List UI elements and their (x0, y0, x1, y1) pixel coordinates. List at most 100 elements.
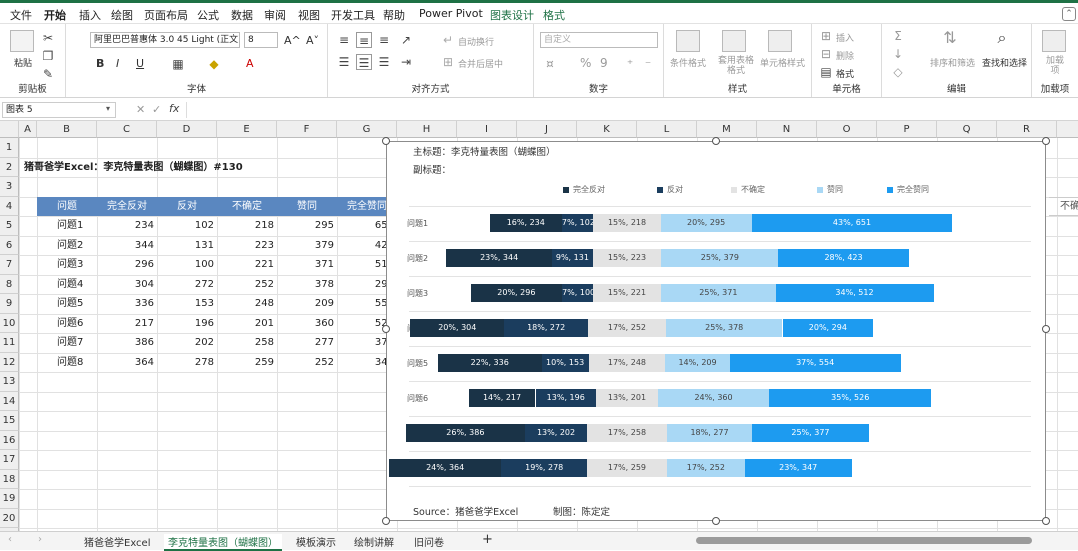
bar-segment[interactable]: 35%, 526 (769, 389, 932, 407)
table-cell[interactable]: 196 (157, 314, 217, 334)
row-header[interactable]: 4 (0, 196, 19, 216)
table-header-cell[interactable]: 不确定 (217, 196, 277, 216)
table-header-cell[interactable]: 问题 (37, 196, 97, 216)
align-top-icon[interactable]: ≡ (336, 32, 352, 48)
bar-segment[interactable]: 20%, 296 (470, 284, 562, 302)
italic-button[interactable]: I (116, 57, 119, 70)
table-cell[interactable]: 252 (217, 275, 277, 295)
table-cell[interactable]: 295 (277, 216, 337, 236)
table-cell[interactable]: 379 (277, 236, 337, 256)
sort-filter-button[interactable]: 排序和筛选 (930, 56, 975, 69)
decrease-decimal-icon[interactable]: ⁻ (640, 56, 656, 72)
tab-format[interactable]: 格式 (543, 7, 565, 23)
align-bottom-icon[interactable]: ≡ (376, 32, 392, 48)
bar-segment[interactable]: 22%, 336 (437, 354, 542, 372)
bar-segment[interactable]: 25%, 377 (752, 424, 869, 442)
align-left-icon[interactable]: ☰ (336, 54, 352, 70)
name-box-dropdown-icon[interactable]: ▾ (106, 104, 110, 113)
chart-resize-handle-b[interactable] (712, 517, 720, 525)
column-header[interactable]: J (517, 121, 577, 138)
number-format-select[interactable]: 自定义 (540, 32, 658, 48)
table-cell[interactable]: 277 (277, 333, 337, 353)
font-size-select[interactable]: 8 (244, 32, 278, 48)
table-cell[interactable]: 296 (97, 255, 157, 275)
table-cell[interactable]: 344 (97, 236, 157, 256)
addins-icon[interactable] (1042, 30, 1066, 52)
row-header[interactable]: 6 (0, 235, 19, 255)
bar-segment[interactable]: 15%, 221 (592, 284, 662, 302)
chart-resize-handle-l[interactable] (382, 325, 390, 333)
row-header[interactable]: 5 (0, 216, 19, 236)
table-cell[interactable]: 386 (97, 333, 157, 353)
bar-segment[interactable]: 20%, 304 (410, 319, 505, 337)
row-header[interactable]: 9 (0, 294, 19, 314)
row-header[interactable]: 17 (0, 450, 19, 470)
border-icon[interactable]: ▦ (170, 56, 186, 72)
bar-segment[interactable]: 24%, 364 (389, 459, 502, 477)
bar-segment[interactable]: 9%, 131 (552, 249, 593, 267)
table-cell[interactable]: 221 (217, 255, 277, 275)
bar-segment[interactable]: 17%, 259 (587, 459, 667, 477)
row-header[interactable]: 8 (0, 274, 19, 294)
bar-segment[interactable]: 23%, 344 (446, 249, 553, 267)
column-header[interactable]: K (577, 121, 637, 138)
chart-resize-handle-tl[interactable] (382, 137, 390, 145)
name-box[interactable]: 图表 5 (2, 102, 116, 118)
column-header[interactable]: L (637, 121, 697, 138)
sheet-tab-home[interactable]: 猪爸爸学Excel (84, 534, 151, 549)
insert-cells-icon[interactable]: ⊞ (818, 28, 834, 44)
sheet-tab-template[interactable]: 模板演示 (296, 534, 336, 549)
fill-icon[interactable]: ↓ (890, 46, 906, 62)
column-header[interactable]: A (19, 121, 37, 138)
tab-formulas[interactable]: 公式 (197, 7, 219, 23)
bar-segment[interactable]: 17%, 252 (588, 319, 666, 337)
table-cell[interactable]: 234 (97, 216, 157, 236)
horizontal-scrollbar[interactable] (696, 537, 1032, 544)
tab-review[interactable]: 审阅 (264, 7, 286, 23)
bar-segment[interactable]: 25%, 379 (661, 249, 779, 267)
row-header[interactable]: 2 (0, 157, 19, 177)
chart-resize-handle-t[interactable] (712, 137, 720, 145)
align-center-icon[interactable]: ☰ (356, 54, 372, 70)
column-header[interactable]: H (397, 121, 457, 138)
select-all-corner[interactable] (0, 121, 19, 138)
row-header[interactable]: 7 (0, 255, 19, 275)
row-header[interactable]: 10 (0, 313, 19, 333)
comma-button[interactable]: 9 (600, 56, 608, 70)
table-cell[interactable]: 272 (157, 275, 217, 295)
table-cell[interactable]: 217 (97, 314, 157, 334)
bar-segment[interactable]: 25%, 371 (661, 284, 776, 302)
row-header[interactable]: 3 (0, 177, 19, 197)
table-cell[interactable]: 问题7 (37, 333, 97, 353)
insert-cells-button[interactable]: 插入 (836, 31, 854, 44)
table-cell[interactable]: 问题6 (37, 314, 97, 334)
table-cell[interactable]: 248 (217, 294, 277, 314)
bar-segment[interactable]: 15%, 218 (593, 214, 661, 232)
format-cells-button[interactable]: 格式 (836, 67, 854, 80)
wrap-text-button[interactable]: 自动换行 (458, 35, 494, 48)
autosum-icon[interactable]: Σ (890, 28, 906, 44)
bar-segment[interactable]: 20%, 295 (660, 214, 752, 232)
paste-icon[interactable] (10, 30, 34, 52)
cancel-icon[interactable]: ✕ (136, 103, 145, 116)
formula-input[interactable] (186, 102, 1074, 118)
wrap-text-icon[interactable]: ↵ (440, 32, 456, 48)
tab-view[interactable]: 视图 (298, 7, 320, 23)
cut-icon[interactable]: ✂ (40, 30, 56, 46)
table-cell[interactable]: 364 (97, 353, 157, 373)
enter-icon[interactable]: ✓ (152, 103, 161, 116)
table-cell[interactable]: 102 (157, 216, 217, 236)
tab-chart-design[interactable]: 图表设计 (490, 7, 534, 23)
column-header[interactable]: D (157, 121, 217, 138)
tab-insert[interactable]: 插入 (79, 7, 101, 23)
tab-power-pivot[interactable]: Power Pivot (419, 7, 483, 20)
sheet-tab-likert[interactable]: 李克特量表图（蝴蝶图） (164, 534, 282, 551)
table-cell[interactable]: 304 (97, 275, 157, 295)
table-cell[interactable]: 378 (277, 275, 337, 295)
bar-segment[interactable]: 37%, 554 (729, 354, 901, 372)
sheet-tab-tutorial[interactable]: 绘制讲解 (354, 534, 394, 549)
delete-cells-icon[interactable]: ⊟ (818, 46, 834, 62)
table-cell[interactable]: 153 (157, 294, 217, 314)
bar-segment[interactable]: 13%, 202 (524, 424, 588, 442)
bar-segment[interactable]: 17%, 252 (667, 459, 745, 477)
